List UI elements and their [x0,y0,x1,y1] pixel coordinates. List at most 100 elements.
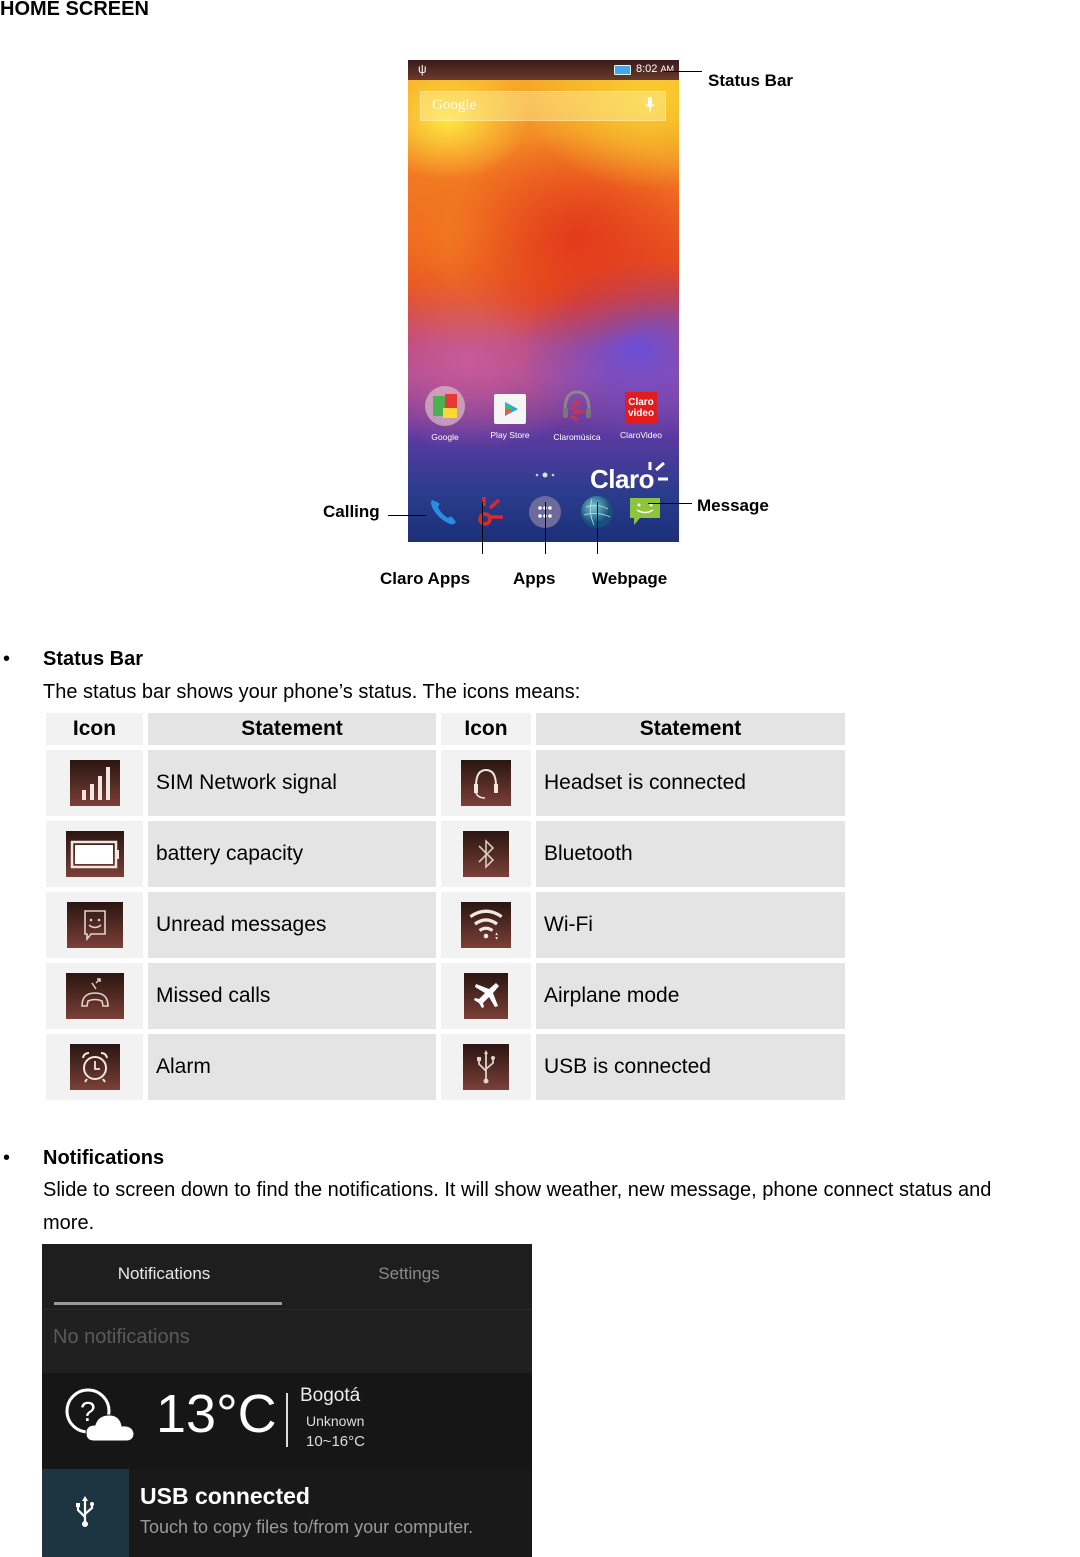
usb-icon [76,1496,94,1527]
play-store-icon [494,394,526,424]
notification-tabs: Notifications Settings [42,1244,532,1310]
callout-message: Message [697,496,769,515]
empty-notifications: No notifications [42,1311,532,1373]
statement-cell: Wi-Fi [536,892,845,958]
battery-icon [614,65,631,75]
app-clarovideo[interactable]: Claro video ClaroVideo [614,386,668,440]
google-folder-icon [425,386,465,426]
alarm-icon [69,1044,120,1090]
app-claromusica[interactable]: Claromúsica [550,386,604,442]
message-leader-line [648,503,692,504]
webpage-leader-line [597,502,598,554]
callout-apps: Apps [513,569,556,588]
table-row: Unread messages Wi-Fi [46,892,845,958]
app-play-store[interactable]: Play Store [483,386,537,440]
status-time: 8:02 AM [636,63,674,75]
column-header: Statement [536,713,845,745]
weather-widget[interactable]: ? 13°C Bogotá Unknown 10~16°C [42,1373,532,1469]
headset-icon [461,760,511,806]
app-label: Claromúsica [553,432,601,442]
google-search-bar[interactable]: Google [420,91,666,121]
app-label: ClaroVideo [620,430,662,440]
callout-claro-apps: Claro Apps [380,569,471,588]
active-tab-indicator [54,1302,282,1305]
bluetooth-icon [463,831,509,877]
status-bar-description: The status bar shows your phone’s status… [43,681,581,703]
clarovideo-icon: Claro video [625,392,657,424]
app-label: Google [431,432,459,442]
microphone-icon[interactable] [645,97,655,113]
bullet: • [3,648,11,670]
callout-calling: Calling [323,502,380,521]
statement-cell: Airplane mode [536,963,845,1029]
column-header: Statement [148,713,436,745]
unread-message-icon [66,902,123,948]
usb-icon [463,1044,509,1090]
page-indicator [535,472,555,478]
statement-cell: Headset is connected [536,750,845,816]
google-search-label: Google [432,97,477,113]
statement-cell: Bluetooth [536,821,845,887]
claro-apps-leader-line [482,502,483,554]
bullet: • [3,1147,11,1169]
weather-divider [286,1393,288,1447]
calling-leader-line [388,515,426,516]
statement-cell: SIM Network signal [148,750,436,816]
status-bar-leader-line [664,71,702,72]
phone-icon[interactable] [426,494,460,528]
usb-notification-subtitle: Touch to copy files to/from your compute… [140,1517,474,1537]
claro-apps-icon[interactable] [475,494,509,528]
empty-notifications-text: No notifications [53,1326,190,1348]
time-ampm: AM [660,64,674,74]
phone-status-bar: ψ 8:02 AM [408,60,679,80]
missed-call-icon [65,973,124,1019]
wifi-icon [461,902,511,948]
usb-notification[interactable]: USB connected Touch to copy files to/fro… [42,1469,532,1557]
statement-cell: Missed calls [148,963,436,1029]
column-header: Icon [441,713,531,745]
clarovideo-icon-text: Claro [628,397,654,408]
clarovideo-icon-text: video [627,408,655,419]
table-header-row: Icon Statement Icon Statement [46,713,845,745]
claro-logo-rays [648,461,668,481]
notification-panel-screenshot: Notifications Settings No notifications … [42,1244,532,1557]
usb-notification-title: USB connected [140,1483,310,1509]
notifications-description-cont: more. [43,1212,95,1234]
callout-status-bar: Status Bar [708,71,794,90]
claromusica-icon [557,386,597,426]
usb-notification-icon-area [42,1469,129,1557]
weather-condition: Unknown [306,1413,365,1429]
unknown-weather-cloud-icon: ? [65,1388,135,1442]
apps-leader-line [545,502,546,554]
callout-webpage: Webpage [592,569,668,588]
time-value: 8:02 [636,63,658,75]
table-row: battery capacity Bluetooth [46,821,845,887]
page-title: HOME SCREEN [0,0,149,20]
notifications-description: Slide to screen down to find the notific… [43,1179,992,1201]
svg-text:?: ? [80,1396,96,1427]
statement-cell: Unread messages [148,892,436,958]
weather-temperature: 13°C [156,1384,277,1444]
tab-settings[interactable]: Settings [286,1264,532,1284]
message-icon[interactable] [628,494,662,528]
statement-cell: Alarm [148,1034,436,1100]
notifications-heading: Notifications [43,1147,165,1169]
weather-city: Bogotá [300,1385,361,1406]
airplane-icon [464,973,508,1019]
tab-notifications[interactable]: Notifications [42,1264,286,1284]
home-screen-screenshot: ψ 8:02 AM Google Google Play Store Claro… [408,60,679,542]
column-header: Icon [46,713,143,745]
statement-cell: battery capacity [148,821,436,887]
usb-icon: ψ [418,62,427,76]
weather-range: 10~16°C [306,1433,365,1450]
app-label: Play Store [490,430,530,440]
claro-brand-text: Claro [590,464,654,494]
signal-icon [69,760,120,806]
table-row: SIM Network signal Headset is connected [46,750,845,816]
app-google[interactable]: Google [418,386,472,442]
table-row: Missed calls Airplane mode [46,963,845,1029]
status-bar-heading: Status Bar [43,648,144,670]
battery-icon [65,831,124,877]
claro-logo: Claro [590,464,654,495]
statement-cell: USB is connected [536,1034,845,1100]
